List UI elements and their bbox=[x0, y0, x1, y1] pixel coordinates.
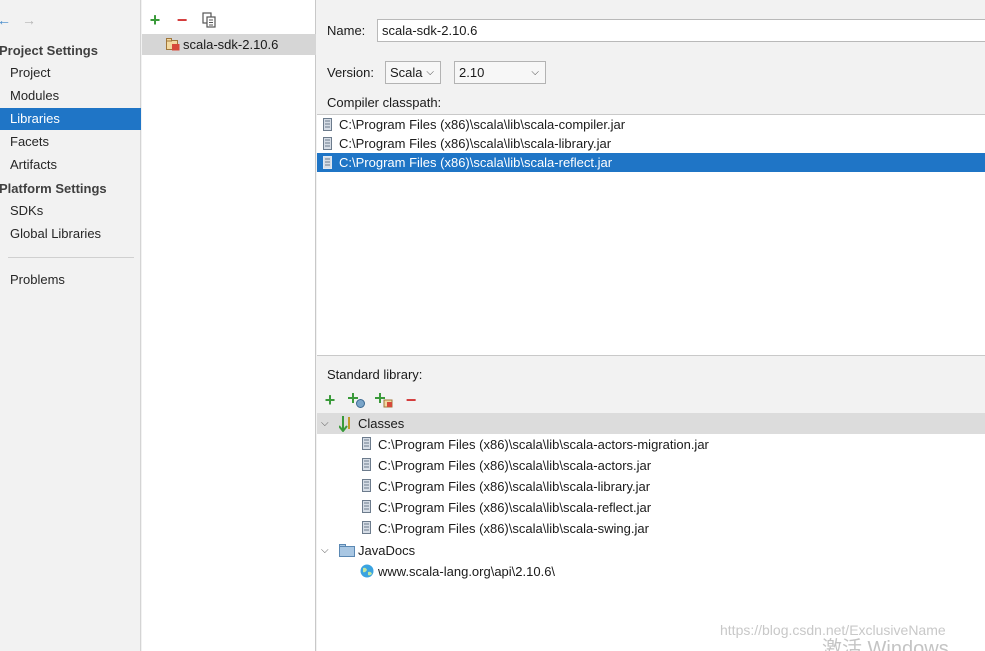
forward-arrow-icon[interactable]: → bbox=[22, 13, 36, 27]
compiler-classpath-list[interactable]: C:\Program Files (x86)\scala\lib\scala-c… bbox=[317, 114, 985, 356]
add-root-button[interactable]: + bbox=[319, 388, 341, 412]
chevron-down-icon: ⌵ bbox=[426, 67, 434, 78]
classes-label: Classes bbox=[358, 416, 405, 431]
class-jar-path: C:\Program Files (x86)\scala\lib\scala-s… bbox=[378, 521, 649, 536]
javadoc-url: www.scala-lang.org\api\2.10.6\ bbox=[378, 564, 556, 579]
jar-icon bbox=[323, 137, 332, 150]
version-number-dropdown[interactable]: 2.10 ⌵ bbox=[454, 61, 546, 84]
jar-icon bbox=[323, 118, 332, 131]
version-number-value: 2.10 bbox=[459, 65, 485, 80]
class-jar-path: C:\Program Files (x86)\scala\lib\scala-r… bbox=[378, 500, 652, 515]
jar-icon bbox=[362, 521, 371, 534]
nav-divider bbox=[8, 257, 134, 258]
javadocs-label: JavaDocs bbox=[358, 543, 416, 558]
nav-item-global-libraries[interactable]: Global Libraries bbox=[0, 223, 141, 245]
jar-icon bbox=[362, 500, 371, 513]
jar-icon bbox=[323, 156, 332, 169]
remove-library-button[interactable]: − bbox=[171, 8, 193, 32]
tree-node-class-jar[interactable]: C:\Program Files (x86)\scala\lib\scala-s… bbox=[317, 518, 985, 539]
platform-settings-header: Platform Settings bbox=[0, 181, 107, 196]
tree-node-class-jar[interactable]: C:\Program Files (x86)\scala\lib\scala-a… bbox=[317, 455, 985, 476]
add-jar-icon bbox=[375, 393, 393, 408]
class-jar-path: C:\Program Files (x86)\scala\lib\scala-a… bbox=[378, 458, 652, 473]
classpath-row[interactable]: C:\Program Files (x86)\scala\lib\scala-l… bbox=[317, 134, 985, 153]
library-icon bbox=[166, 38, 180, 51]
compiler-classpath-label: Compiler classpath: bbox=[327, 95, 442, 110]
javadocs-root-icon bbox=[339, 544, 355, 557]
library-name: scala-sdk-2.10.6 bbox=[183, 37, 279, 52]
nav-item-facets[interactable]: Facets bbox=[0, 131, 141, 153]
libraries-panel: + − scala-sdk-2.10.6 bbox=[142, 0, 316, 651]
copy-icon bbox=[202, 12, 216, 28]
remove-root-button[interactable]: − bbox=[400, 388, 422, 412]
expand-arrow-icon[interactable]: ⌵ bbox=[321, 540, 329, 561]
back-arrow-icon[interactable]: ← bbox=[0, 13, 11, 27]
version-label: Version: bbox=[327, 65, 374, 80]
add-classes-button[interactable] bbox=[346, 388, 368, 412]
globe-icon bbox=[360, 564, 374, 578]
settings-nav: ← → Project Settings Project Modules Lib… bbox=[0, 0, 141, 651]
copy-library-button[interactable] bbox=[198, 8, 220, 32]
nav-item-problems[interactable]: Problems bbox=[0, 269, 141, 291]
class-jar-path: C:\Program Files (x86)\scala\lib\scala-l… bbox=[378, 479, 651, 494]
classpath-row[interactable]: C:\Program Files (x86)\scala\lib\scala-c… bbox=[317, 115, 985, 134]
standard-library-label: Standard library: bbox=[327, 367, 423, 382]
tree-node-classes[interactable]: ⌵ Classes bbox=[317, 413, 985, 434]
tree-node-javadoc-url[interactable]: www.scala-lang.org\api\2.10.6\ bbox=[317, 561, 985, 582]
library-details: Name: Version: Scala ⌵ 2.10 ⌵ Compiler c… bbox=[317, 0, 985, 651]
nav-item-libraries[interactable]: Libraries bbox=[0, 108, 141, 130]
class-jar-path: C:\Program Files (x86)\scala\lib\scala-a… bbox=[378, 437, 709, 452]
nav-item-artifacts[interactable]: Artifacts bbox=[0, 154, 141, 176]
standard-library-toolbar: + − bbox=[317, 388, 985, 412]
tree-node-class-jar[interactable]: C:\Program Files (x86)\scala\lib\scala-l… bbox=[317, 476, 985, 497]
tree-node-javadocs[interactable]: ⌵ JavaDocs bbox=[317, 540, 985, 561]
version-type-value: Scala bbox=[390, 65, 423, 80]
classpath-row-selected[interactable]: C:\Program Files (x86)\scala\lib\scala-r… bbox=[317, 153, 985, 172]
nav-item-sdks[interactable]: SDKs bbox=[0, 200, 141, 222]
name-label: Name: bbox=[327, 23, 366, 38]
tree-node-class-jar[interactable]: C:\Program Files (x86)\scala\lib\scala-r… bbox=[317, 497, 985, 518]
activate-windows-watermark: 激活 Windows bbox=[822, 638, 949, 651]
classpath-path: C:\Program Files (x86)\scala\lib\scala-l… bbox=[339, 136, 612, 151]
classpath-path: C:\Program Files (x86)\scala\lib\scala-r… bbox=[339, 155, 613, 170]
nav-item-modules[interactable]: Modules bbox=[0, 85, 141, 107]
standard-library-tree[interactable]: ⌵ Classes C:\Program Files (x86)\scala\l… bbox=[317, 413, 985, 651]
library-list-item[interactable]: scala-sdk-2.10.6 bbox=[142, 34, 316, 55]
jar-icon bbox=[362, 479, 371, 492]
add-library-button[interactable]: + bbox=[144, 8, 166, 32]
tree-node-class-jar[interactable]: C:\Program Files (x86)\scala\lib\scala-a… bbox=[317, 434, 985, 455]
classpath-path: C:\Program Files (x86)\scala\lib\scala-c… bbox=[339, 117, 626, 132]
add-classes-icon bbox=[348, 393, 365, 408]
jar-icon bbox=[362, 437, 371, 450]
expand-arrow-icon[interactable]: ⌵ bbox=[321, 413, 329, 434]
project-settings-header: Project Settings bbox=[0, 43, 98, 58]
version-type-dropdown[interactable]: Scala ⌵ bbox=[385, 61, 441, 84]
chevron-down-icon: ⌵ bbox=[531, 67, 539, 78]
add-jar-button[interactable] bbox=[373, 388, 395, 412]
jar-icon bbox=[362, 458, 371, 471]
nav-item-project[interactable]: Project bbox=[0, 62, 141, 84]
libraries-toolbar: + − bbox=[142, 8, 316, 32]
classes-root-icon bbox=[339, 416, 350, 432]
library-name-input[interactable] bbox=[377, 19, 985, 42]
